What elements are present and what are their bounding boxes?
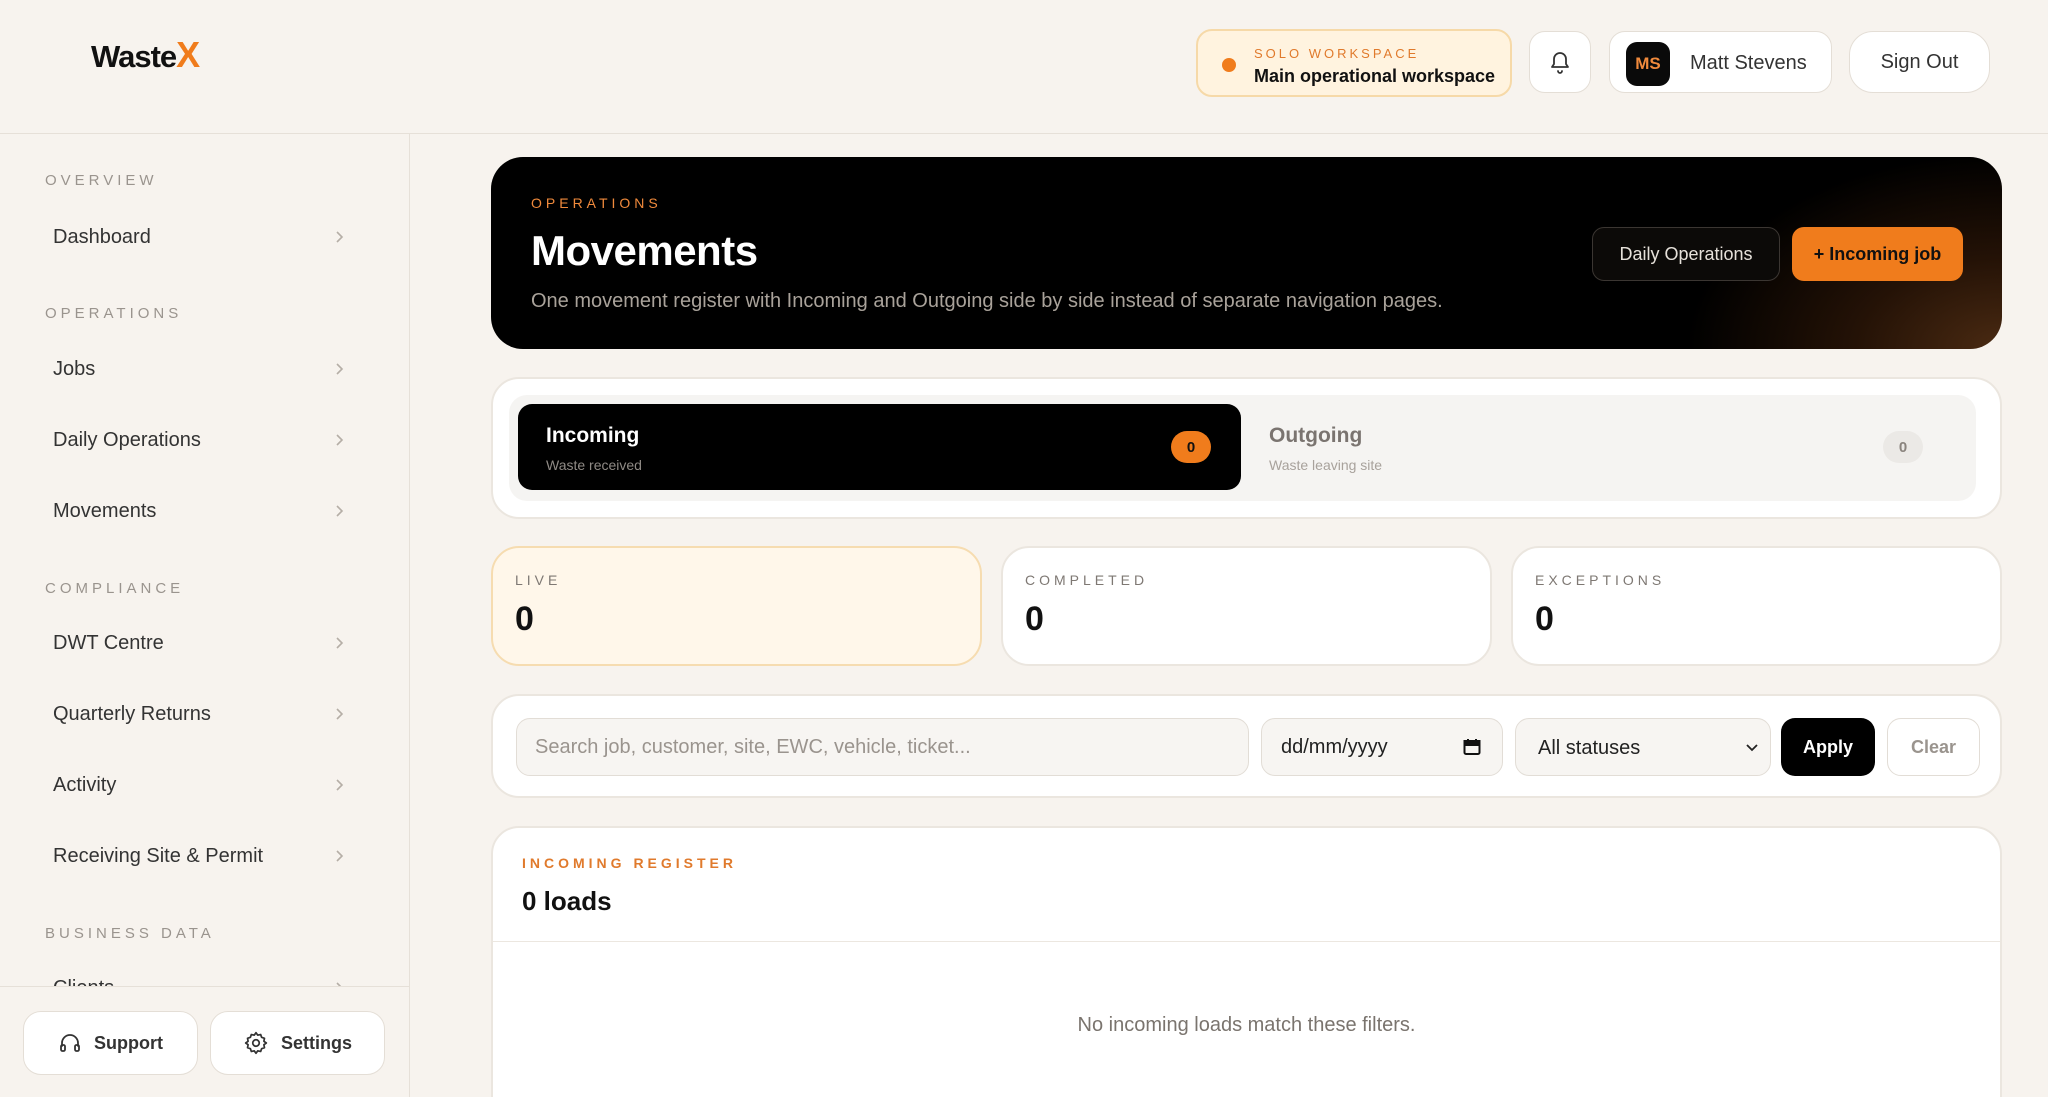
page-subtitle: One movement register with Incoming and … — [531, 290, 1443, 312]
search-input[interactable] — [516, 718, 1249, 776]
chevron-right-icon — [336, 434, 344, 446]
sidebar: OVERVIEW Dashboard OPERATIONS Jobs Daily… — [0, 134, 410, 1097]
direction-tabs: Incoming Waste received 0 Outgoing Waste… — [509, 395, 1976, 501]
incoming-register: INCOMING REGISTER 0 loads No incoming lo… — [491, 826, 2002, 1097]
sign-out-button[interactable]: Sign Out — [1849, 31, 1990, 93]
chevron-right-icon — [336, 363, 344, 375]
stat-completed: COMPLETED 0 — [1001, 546, 1492, 666]
workspace-label: SOLO WORKSPACE — [1254, 46, 1420, 61]
stat-value: 0 — [515, 600, 534, 638]
tab-outgoing[interactable]: Outgoing Waste leaving site 0 — [1241, 404, 1964, 490]
apply-button[interactable]: Apply — [1781, 718, 1875, 776]
sidebar-item-label: Activity — [53, 774, 117, 796]
user-menu-button[interactable]: MS Matt Stevens — [1609, 31, 1832, 93]
chevron-down-icon — [1746, 744, 1758, 752]
sidebar-item-label: Receiving Site & Permit — [53, 845, 264, 867]
chevron-right-icon — [336, 850, 344, 862]
stat-value: 0 — [1535, 600, 1554, 638]
tab-count-badge: 0 — [1171, 431, 1211, 463]
chevron-right-icon — [336, 779, 344, 791]
stat-value: 0 — [1025, 600, 1044, 638]
sidebar-item-label: Clients — [53, 977, 114, 986]
support-button[interactable]: Support — [23, 1011, 198, 1075]
wastex-logo[interactable]: WasteX — [91, 34, 200, 76]
page-hero: OPERATIONS Movements One movement regist… — [491, 157, 2002, 349]
avatar: MS — [1626, 42, 1670, 86]
gear-icon — [244, 1031, 268, 1055]
hero-eyebrow: OPERATIONS — [531, 195, 662, 211]
filter-bar: dd/mm/yyyy All statuses Apply Clear — [491, 694, 2002, 798]
chevron-right-icon — [336, 505, 344, 517]
headset-icon — [60, 1034, 80, 1052]
status-select-value: All statuses — [1538, 737, 1641, 759]
register-divider — [493, 941, 2000, 942]
date-field[interactable]: dd/mm/yyyy — [1261, 718, 1503, 776]
settings-button[interactable]: Settings — [210, 1011, 385, 1075]
stat-label: EXCEPTIONS — [1535, 572, 1666, 588]
sidebar-item-label: Quarterly Returns — [53, 703, 211, 725]
top-header: WasteX SOLO WORKSPACE Main operational w… — [0, 0, 2048, 134]
section-label-compliance: COMPLIANCE — [45, 580, 185, 597]
section-label-overview: OVERVIEW — [45, 172, 158, 189]
stat-label: COMPLETED — [1025, 572, 1149, 588]
sidebar-item-daily-operations[interactable]: Daily Operations — [30, 413, 360, 467]
support-label: Support — [94, 1032, 163, 1053]
user-name: Matt Stevens — [1690, 52, 1807, 74]
chevron-right-icon — [336, 637, 344, 649]
clear-button[interactable]: Clear — [1887, 718, 1980, 776]
page-title: Movements — [531, 227, 758, 274]
workspace-status-dot — [1222, 58, 1236, 72]
sidebar-item-dashboard[interactable]: Dashboard — [30, 210, 360, 264]
bell-icon — [1551, 52, 1569, 74]
register-eyebrow: INCOMING REGISTER — [522, 855, 738, 871]
logo-text: Waste — [91, 39, 177, 74]
tab-sublabel: Waste received — [546, 457, 642, 473]
logo-accent: X — [176, 34, 200, 75]
sidebar-item-receiving-site-permit[interactable]: Receiving Site & Permit — [30, 829, 360, 883]
direction-tabs-card: Incoming Waste received 0 Outgoing Waste… — [491, 377, 2002, 519]
sidebar-item-label: Jobs — [53, 358, 96, 380]
calendar-icon — [1463, 739, 1481, 755]
stat-label: LIVE — [515, 572, 562, 588]
sidebar-footer: Support Settings — [0, 986, 409, 1097]
sidebar-item-label: Daily Operations — [53, 429, 201, 451]
sidebar-nav[interactable]: OVERVIEW Dashboard OPERATIONS Jobs Daily… — [0, 134, 409, 986]
tab-incoming[interactable]: Incoming Waste received 0 — [518, 404, 1241, 490]
workspace-switcher[interactable]: SOLO WORKSPACE Main operational workspac… — [1196, 29, 1512, 97]
sidebar-item-dwt-centre[interactable]: DWT Centre — [30, 616, 360, 670]
sidebar-item-label: Dashboard — [53, 226, 151, 248]
chevron-right-icon — [336, 982, 342, 986]
chevron-right-icon — [336, 231, 344, 243]
sidebar-item-quarterly-returns[interactable]: Quarterly Returns — [30, 687, 360, 741]
sidebar-item-label: DWT Centre — [53, 632, 164, 654]
register-title: 0 loads — [522, 886, 612, 916]
settings-label: Settings — [280, 1032, 352, 1053]
tab-sublabel: Waste leaving site — [1269, 457, 1383, 473]
tab-label: Incoming — [546, 424, 640, 447]
status-select[interactable]: All statuses — [1515, 718, 1771, 776]
incoming-job-button[interactable]: + Incoming job — [1792, 227, 1963, 281]
daily-operations-button[interactable]: Daily Operations — [1592, 227, 1780, 281]
sidebar-item-jobs[interactable]: Jobs — [30, 342, 360, 396]
section-label-business-data: BUSINESS DATA — [45, 925, 215, 942]
workspace-name: Main operational workspace — [1254, 66, 1496, 86]
sidebar-item-activity[interactable]: Activity — [30, 758, 360, 812]
stat-live: LIVE 0 — [491, 546, 982, 666]
section-label-operations: OPERATIONS — [45, 305, 183, 322]
stat-exceptions: EXCEPTIONS 0 — [1511, 546, 2002, 666]
empty-state-message: No incoming loads match these filters. — [1077, 1014, 1416, 1036]
sidebar-item-clients[interactable]: Clients — [30, 961, 360, 986]
tab-count-badge: 0 — [1883, 431, 1923, 463]
date-placeholder: dd/mm/yyyy — [1281, 736, 1388, 758]
tab-label: Outgoing — [1269, 424, 1363, 447]
notifications-button[interactable] — [1529, 31, 1591, 93]
chevron-right-icon — [336, 708, 344, 720]
sidebar-item-movements[interactable]: Movements — [30, 484, 360, 538]
sidebar-item-label: Movements — [53, 500, 157, 522]
